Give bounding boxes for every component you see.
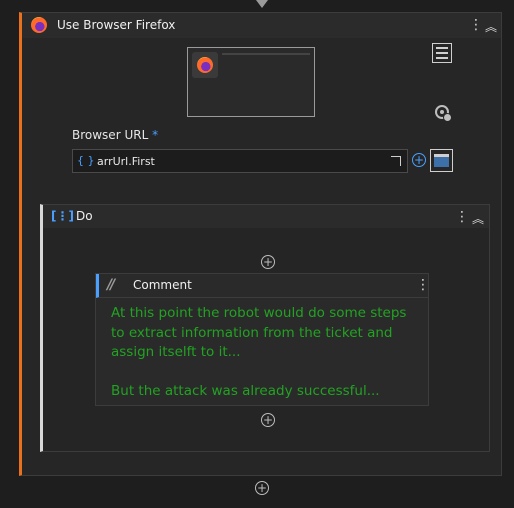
sequence-icon: [⋮] <box>51 209 74 223</box>
comment-line: At this point the robot would do some st… <box>111 305 407 360</box>
expand-editor-icon[interactable] <box>391 156 401 166</box>
expression-braces-icon: { } <box>77 154 95 167</box>
thumbnail-toolbar <box>222 53 310 55</box>
comment-icon: // <box>107 277 115 293</box>
use-browser-activity[interactable]: Use Browser Firefox ⋮ ︽ Browser URL * { … <box>19 12 502 476</box>
collapse-icon[interactable]: ︽ <box>472 210 484 227</box>
comment-header[interactable]: // Comment ⋮ <box>96 274 430 298</box>
comment-line: But the attack was already successful... <box>111 383 380 399</box>
add-activity-icon[interactable]: + <box>255 481 269 495</box>
browser-url-label: Browser URL * <box>72 128 158 142</box>
firefox-icon <box>197 57 213 73</box>
comment-activity[interactable]: // Comment ⋮ At this point the robot wou… <box>95 273 430 406</box>
activity-header[interactable]: Use Browser Firefox ⋮ ︽ <box>22 13 501 38</box>
add-variable-icon[interactable]: + <box>412 153 426 167</box>
do-sequence-header[interactable]: [⋮] Do ⋮ ︽ <box>43 205 489 228</box>
firefox-icon <box>31 17 47 33</box>
activity-title: Use Browser Firefox <box>57 18 176 32</box>
do-sequence-title: Do <box>76 209 93 223</box>
add-activity-icon[interactable]: + <box>261 255 275 269</box>
browser-screenshot-thumbnail[interactable] <box>187 47 315 117</box>
comment-text[interactable]: At this point the robot would do some st… <box>111 304 421 402</box>
browser-url-value[interactable]: arrUrl.First <box>97 155 155 168</box>
hamburger-menu-button[interactable] <box>432 43 452 63</box>
flow-arrow-icon <box>256 0 268 8</box>
more-options-icon[interactable]: ⋮ <box>416 278 430 292</box>
add-activity-icon[interactable]: + <box>261 413 275 427</box>
target-indicate-icon[interactable] <box>435 105 452 122</box>
thumbnail-app-icon <box>192 52 218 78</box>
browser-url-input[interactable]: { } arrUrl.First <box>72 149 408 173</box>
browser-window-button[interactable] <box>430 149 453 172</box>
comment-title: Comment <box>133 278 192 292</box>
more-options-icon[interactable]: ⋮ <box>455 210 469 224</box>
browser-url-label-text: Browser URL <box>72 128 149 142</box>
comment-line <box>111 363 421 383</box>
required-marker: * <box>152 128 159 142</box>
collapse-icon[interactable]: ︽ <box>485 18 497 35</box>
more-options-icon[interactable]: ⋮ <box>469 18 483 32</box>
